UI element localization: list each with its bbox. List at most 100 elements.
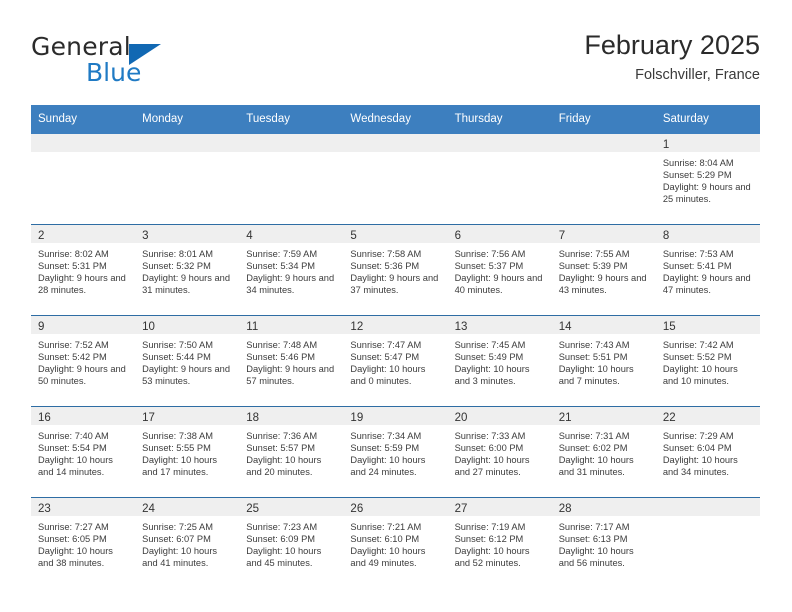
day-number-band: 12 bbox=[343, 316, 448, 334]
day-cell-inner: 8 Sunrise: 7:53 AM Sunset: 5:41 PM Daylight… bbox=[655, 225, 760, 315]
day-sun-info: Sunrise: 7:23 AM Sunset: 6:09 PM Daylight:… bbox=[239, 516, 343, 569]
sunset-text: Sunset: 6:13 PM bbox=[558, 534, 628, 545]
day-number-band: 1 bbox=[655, 134, 760, 152]
day-number: 13 bbox=[454, 321, 468, 333]
sunset-text: Sunset: 5:32 PM bbox=[142, 261, 211, 272]
calendar-day-cell[interactable]: 17 Sunrise: 7:38 AM Sunset: 5:55 PM Dayligh… bbox=[135, 406, 240, 498]
daylight-text: Daylight: 10 hours and 49 minutes. bbox=[350, 546, 426, 569]
calendar-day-cell[interactable]: 9 Sunrise: 7:52 AM Sunset: 5:42 PM Daylight… bbox=[31, 315, 136, 407]
day-number: 25 bbox=[246, 503, 260, 515]
sunrise-text: Sunrise: 7:29 AM bbox=[662, 431, 734, 441]
calendar-day-cell[interactable]: 19 Sunrise: 7:34 AM Sunset: 5:59 PM Dayligh… bbox=[343, 406, 448, 498]
generalblue-logo[interactable]: General Blue bbox=[31, 32, 261, 90]
calendar-day-cell[interactable]: 25 Sunrise: 7:23 AM Sunset: 6:09 PM Dayligh… bbox=[239, 497, 344, 588]
daylight-text: Daylight: 9 hours and 37 minutes. bbox=[350, 273, 439, 296]
calendar-week-row: 9 Sunrise: 7:52 AM Sunset: 5:42 PM Daylight… bbox=[31, 315, 760, 407]
daylight-text: Daylight: 10 hours and 24 minutes. bbox=[350, 455, 426, 478]
calendar-day-cell[interactable]: 21 Sunrise: 7:31 AM Sunset: 6:02 PM Dayligh… bbox=[551, 406, 656, 498]
month-calendar-table: Sunday Monday Tuesday Wednesday Thursday Frid… bbox=[31, 105, 760, 588]
day-sun-info: Sunrise: 7:40 AM Sunset: 5:54 PM Daylight:… bbox=[31, 425, 135, 478]
daylight-text: Daylight: 10 hours and 3 minutes. bbox=[454, 364, 530, 387]
calendar-day-cell[interactable]: 11 Sunrise: 7:48 AM Sunset: 5:46 PM Dayligh… bbox=[239, 315, 344, 407]
sunrise-text: Sunrise: 7:58 AM bbox=[350, 249, 422, 259]
daylight-text: Daylight: 10 hours and 17 minutes. bbox=[142, 455, 218, 478]
sunset-text: Sunset: 5:59 PM bbox=[350, 443, 420, 454]
day-number-band: 17 bbox=[135, 407, 240, 425]
sunrise-text: Sunrise: 7:40 AM bbox=[38, 431, 109, 441]
calendar-day-cell[interactable]: 15 Sunrise: 7:42 AM Sunset: 5:52 PM Dayligh… bbox=[655, 315, 760, 407]
day-number: 11 bbox=[246, 321, 259, 333]
sunrise-text: Sunrise: 7:38 AM bbox=[142, 431, 213, 441]
day-number-band: 26 bbox=[343, 498, 448, 516]
day-sun-info: Sunrise: 7:25 AM Sunset: 6:07 PM Daylight:… bbox=[135, 516, 239, 569]
calendar-day-cell[interactable]: 14 Sunrise: 7:43 AM Sunset: 5:51 PM Dayligh… bbox=[551, 315, 656, 407]
calendar-day-cell[interactable]: 28 Sunrise: 7:17 AM Sunset: 6:13 PM Dayligh… bbox=[551, 497, 656, 588]
day-number-band: 10 bbox=[135, 316, 240, 334]
day-number-band: 25 bbox=[239, 498, 344, 516]
daylight-text: Daylight: 9 hours and 34 minutes. bbox=[246, 273, 335, 296]
sunrise-text: Sunrise: 7:56 AM bbox=[454, 249, 526, 259]
sunset-text: Sunset: 6:02 PM bbox=[558, 443, 628, 454]
calendar-day-cell[interactable]: 13 Sunrise: 7:45 AM Sunset: 5:49 PM Dayligh… bbox=[447, 315, 552, 407]
calendar-day-cell[interactable]: 8 Sunrise: 7:53 AM Sunset: 5:41 PM Daylight… bbox=[655, 224, 760, 316]
calendar-day-cell[interactable]: 1 Sunrise: 8:04 AM Sunset: 5:29 PM Daylight… bbox=[655, 134, 760, 225]
sunrise-text: Sunrise: 7:23 AM bbox=[246, 522, 318, 532]
title-block: February 2025 Folschviller, France bbox=[584, 28, 760, 86]
daylight-text: Daylight: 10 hours and 56 minutes. bbox=[558, 546, 634, 569]
day-number-band bbox=[655, 498, 760, 516]
day-number: 6 bbox=[454, 230, 461, 242]
sunset-text: Sunset: 5:54 PM bbox=[38, 443, 107, 454]
calendar-day-cell[interactable]: 22 Sunrise: 7:29 AM Sunset: 6:04 PM Dayligh… bbox=[655, 406, 760, 498]
calendar-day-cell-empty bbox=[135, 134, 240, 225]
sunrise-text: Sunrise: 7:43 AM bbox=[558, 340, 630, 350]
calendar-day-cell[interactable]: 7 Sunrise: 7:55 AM Sunset: 5:39 PM Daylight… bbox=[551, 224, 656, 316]
sunset-text: Sunset: 5:49 PM bbox=[454, 352, 524, 363]
day-cell-inner: 28 Sunrise: 7:17 AM Sunset: 6:13 PM Dayligh… bbox=[551, 498, 656, 588]
daylight-text: Daylight: 9 hours and 50 minutes. bbox=[38, 364, 126, 387]
day-sun-info: Sunrise: 7:56 AM Sunset: 5:37 PM Daylight:… bbox=[448, 243, 552, 296]
day-number: 20 bbox=[454, 412, 468, 424]
sunrise-text: Sunrise: 7:31 AM bbox=[558, 431, 630, 441]
calendar-day-cell[interactable]: 6 Sunrise: 7:56 AM Sunset: 5:37 PM Daylight… bbox=[447, 224, 552, 316]
calendar-day-cell[interactable]: 10 Sunrise: 7:50 AM Sunset: 5:44 PM Dayligh… bbox=[135, 315, 240, 407]
calendar-day-cell[interactable]: 3 Sunrise: 8:01 AM Sunset: 5:32 PM Daylight… bbox=[135, 224, 240, 316]
calendar-day-cell[interactable]: 20 Sunrise: 7:33 AM Sunset: 6:00 PM Dayligh… bbox=[447, 406, 552, 498]
page-subtitle: Folschviller, France bbox=[635, 67, 760, 83]
sunset-text: Sunset: 6:12 PM bbox=[454, 534, 524, 545]
sunrise-text: Sunrise: 7:55 AM bbox=[558, 249, 630, 259]
calendar-day-cell[interactable]: 24 Sunrise: 7:25 AM Sunset: 6:07 PM Dayligh… bbox=[135, 497, 240, 588]
sunset-text: Sunset: 5:46 PM bbox=[246, 352, 316, 363]
calendar-day-cell[interactable]: 23 Sunrise: 7:27 AM Sunset: 6:05 PM Dayligh… bbox=[31, 497, 136, 588]
sunrise-text: Sunrise: 7:19 AM bbox=[454, 522, 526, 532]
weekday-header-thursday: Thursday bbox=[447, 105, 552, 134]
calendar-day-cell[interactable]: 5 Sunrise: 7:58 AM Sunset: 5:36 PM Daylight… bbox=[343, 224, 448, 316]
daylight-text: Daylight: 10 hours and 34 minutes. bbox=[662, 455, 738, 478]
calendar-day-cell[interactable]: 2 Sunrise: 8:02 AM Sunset: 5:31 PM Daylight… bbox=[31, 224, 136, 316]
day-number-band: 5 bbox=[343, 225, 448, 243]
calendar-day-cell[interactable]: 4 Sunrise: 7:59 AM Sunset: 5:34 PM Daylight… bbox=[239, 224, 344, 316]
calendar-day-cell[interactable]: 12 Sunrise: 7:47 AM Sunset: 5:47 PM Dayligh… bbox=[343, 315, 448, 407]
calendar-day-cell[interactable]: 27 Sunrise: 7:19 AM Sunset: 6:12 PM Dayligh… bbox=[447, 497, 552, 588]
sunset-text: Sunset: 6:09 PM bbox=[246, 534, 316, 545]
calendar-day-cell-empty bbox=[447, 134, 552, 225]
calendar-day-cell[interactable]: 16 Sunrise: 7:40 AM Sunset: 5:54 PM Dayligh… bbox=[31, 406, 136, 498]
sunrise-text: Sunrise: 7:50 AM bbox=[142, 340, 213, 350]
day-number: 3 bbox=[142, 230, 149, 242]
day-number-band: 4 bbox=[239, 225, 344, 243]
day-number-band bbox=[551, 134, 656, 152]
sunset-text: Sunset: 5:31 PM bbox=[38, 261, 107, 272]
day-number-band bbox=[135, 134, 240, 152]
daylight-text: Daylight: 10 hours and 38 minutes. bbox=[38, 546, 113, 569]
sunset-text: Sunset: 5:47 PM bbox=[350, 352, 420, 363]
daylight-text: Daylight: 9 hours and 25 minutes. bbox=[662, 182, 751, 205]
day-cell-inner: 14 Sunrise: 7:43 AM Sunset: 5:51 PM Dayligh… bbox=[551, 316, 656, 406]
calendar-day-cell-empty bbox=[655, 497, 760, 588]
calendar-day-cell[interactable]: 26 Sunrise: 7:21 AM Sunset: 6:10 PM Dayligh… bbox=[343, 497, 448, 588]
day-sun-info: Sunrise: 7:52 AM Sunset: 5:42 PM Daylight:… bbox=[31, 334, 135, 387]
day-number: 9 bbox=[38, 321, 45, 333]
day-number: 4 bbox=[246, 230, 253, 242]
day-number-band: 19 bbox=[343, 407, 448, 425]
calendar-day-cell[interactable]: 18 Sunrise: 7:36 AM Sunset: 5:57 PM Dayligh… bbox=[239, 406, 344, 498]
day-cell-inner: 27 Sunrise: 7:19 AM Sunset: 6:12 PM Dayligh… bbox=[447, 498, 552, 588]
day-sun-info: Sunrise: 7:38 AM Sunset: 5:55 PM Daylight:… bbox=[135, 425, 239, 478]
